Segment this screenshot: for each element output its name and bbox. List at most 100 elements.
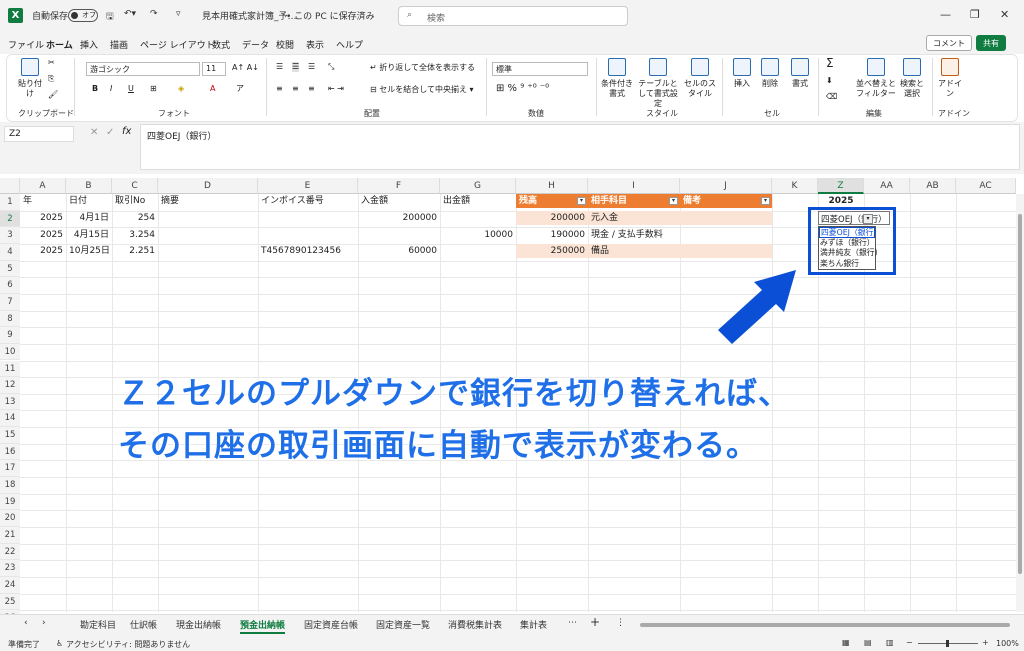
vertical-scrollbar[interactable] — [1016, 194, 1024, 612]
border-icon[interactable]: ⊞ — [150, 84, 157, 94]
zoom-out-icon[interactable]: − — [906, 638, 913, 647]
dropdown-option[interactable]: 四菱OEJ（銀行） — [819, 227, 881, 238]
cell-c3[interactable]: 3.254 — [112, 228, 158, 242]
cell-i4[interactable]: 備品 — [588, 244, 680, 258]
filter-dropdown-icon[interactable]: ▾ — [761, 197, 770, 205]
col-header-ab[interactable]: AB — [910, 178, 956, 194]
filter-dropdown-icon[interactable]: ▾ — [669, 197, 678, 205]
page-layout-icon[interactable]: ▤ — [864, 638, 872, 647]
format-table-button[interactable]: テーブルとして書式設定 — [636, 58, 680, 109]
indent-icon[interactable]: ⇤ ⇥ — [328, 84, 344, 94]
tab-next-icon[interactable]: › — [42, 618, 46, 628]
format-cells-button[interactable]: 書式 — [788, 58, 812, 89]
select-all[interactable] — [0, 178, 20, 194]
conditional-format-button[interactable]: 条件付き書式 — [600, 58, 634, 99]
row-header[interactable]: 21 — [0, 527, 20, 544]
tab-cash-book[interactable]: 現金出納帳 — [176, 618, 221, 631]
cell-e1[interactable]: インボイス番号 — [258, 194, 358, 208]
formula-input[interactable]: 四菱OEJ（銀行） — [140, 124, 1020, 170]
scrollbar-thumb[interactable] — [1018, 214, 1022, 574]
col-header-d[interactable]: D — [158, 178, 258, 194]
cell-f2[interactable]: 200000 — [358, 211, 440, 225]
cancel-icon[interactable]: ✕ — [90, 127, 98, 138]
row-header[interactable]: 16 — [0, 443, 20, 461]
col-header-a[interactable]: A — [20, 178, 66, 194]
zoom-slider-thumb[interactable] — [946, 640, 949, 647]
font-color-icon[interactable]: A — [210, 84, 215, 94]
tab-fixed-asset-list[interactable]: 固定資産一覧 — [376, 618, 430, 631]
cell-f4[interactable]: 60000 — [358, 244, 440, 258]
cell-h3[interactable]: 190000 — [516, 228, 588, 242]
fill-color-icon[interactable]: ◈ — [178, 84, 184, 94]
row-header[interactable]: 10 — [0, 343, 20, 361]
zoom-level[interactable]: 100% — [996, 639, 1019, 648]
align-top-icon[interactable]: ☰ — [276, 62, 283, 72]
paste-button[interactable]: 貼り付け — [16, 58, 44, 99]
table-header-balance[interactable]: 残高 ▾ — [516, 194, 588, 208]
menu-draw[interactable]: 描画 — [110, 38, 128, 51]
zoom-slider[interactable] — [918, 640, 978, 647]
cell-a2[interactable]: 2025 — [20, 211, 66, 225]
underline-icon[interactable]: U — [128, 84, 134, 94]
menu-view[interactable]: 表示 — [306, 38, 324, 51]
format-painter-icon[interactable]: 🖌 — [48, 90, 58, 100]
col-header-g[interactable]: G — [440, 178, 516, 194]
table-header-note[interactable]: 備考 ▾ — [680, 194, 772, 208]
enter-icon[interactable]: ✓ — [106, 127, 114, 138]
wrap-text-button[interactable]: ↵ 折り返して全体を表示する — [370, 63, 475, 73]
fill-icon[interactable]: ⬇ — [826, 76, 833, 86]
share-button[interactable]: 共有 — [976, 35, 1006, 51]
insert-cells-button[interactable]: 挿入 — [730, 58, 754, 89]
tab-fixed-asset-ledger[interactable]: 固定資産台帳 — [304, 618, 358, 631]
customize-icon[interactable]: ▿ — [176, 9, 181, 19]
dropdown-arrow-icon[interactable]: ▾ — [863, 214, 873, 224]
dropdown-option[interactable]: みずほ（銀行） — [819, 238, 875, 249]
cell-h2[interactable]: 200000 — [516, 211, 588, 225]
minimize-icon[interactable]: — — [940, 8, 951, 21]
cell-e4[interactable]: T4567890123456 — [258, 244, 358, 258]
col-header-ac[interactable]: AC — [956, 178, 1016, 194]
autosave-toggle[interactable]: オフ — [68, 9, 98, 22]
row-header[interactable]: 23 — [0, 560, 20, 577]
row-header[interactable]: 20 — [0, 510, 20, 527]
col-header-b[interactable]: B — [66, 178, 112, 194]
cell-a3[interactable]: 2025 — [20, 228, 66, 242]
bold-icon[interactable]: B — [92, 84, 98, 94]
tab-journal[interactable]: 仕訳帳 — [130, 618, 157, 631]
align-right-icon[interactable]: ≡ — [308, 84, 315, 94]
bank-dropdown-cell[interactable]: 四菱OEJ（銀行） ▾ — [818, 211, 890, 225]
row-header[interactable]: 7 — [0, 293, 20, 311]
col-header-i[interactable]: I — [588, 178, 680, 194]
find-select-button[interactable]: 検索と選択 — [898, 58, 926, 99]
col-header-f[interactable]: F — [358, 178, 440, 194]
cell-b4[interactable]: 10月25日 — [66, 244, 112, 258]
row-header[interactable]: 15 — [0, 427, 20, 444]
cell-j2[interactable] — [680, 211, 772, 225]
tab-deposit-book[interactable]: 預金出納帳 — [240, 618, 286, 634]
row-header[interactable]: 6 — [0, 277, 20, 294]
cell-b1[interactable]: 日付 — [66, 194, 112, 208]
redo-icon[interactable]: ↷ — [150, 9, 158, 19]
row-header[interactable]: 22 — [0, 543, 20, 561]
filter-dropdown-icon[interactable]: ▾ — [577, 197, 586, 205]
phonetic-icon[interactable]: ア — [236, 84, 244, 94]
row-header[interactable]: 5 — [0, 260, 20, 278]
align-left-icon[interactable]: ≡ — [276, 84, 283, 94]
grow-font-icon[interactable]: A↑ A↓ — [232, 63, 259, 73]
menu-file[interactable]: ファイル — [8, 38, 44, 51]
cell-g3[interactable]: 10000 — [440, 228, 516, 242]
col-header-j[interactable]: J — [680, 178, 772, 194]
cell-c2[interactable]: 254 — [112, 211, 158, 225]
cell-a4[interactable]: 2025 — [20, 244, 66, 258]
table-header-account[interactable]: 相手科目 ▾ — [588, 194, 680, 208]
tab-prev-icon[interactable]: ‹ — [24, 618, 28, 628]
tab-summary[interactable]: 集計表 — [520, 618, 547, 631]
italic-icon[interactable]: I — [110, 84, 112, 94]
cell-j4[interactable] — [680, 244, 772, 258]
h-scroll-more-icon[interactable]: ⋮ — [616, 618, 625, 628]
save-status[interactable]: • この PC に保存済み — [286, 9, 375, 22]
clear-icon[interactable]: ⌫ — [826, 92, 837, 102]
cell-styles-button[interactable]: セルのスタイル — [684, 58, 716, 99]
restore-icon[interactable]: ❐ — [970, 8, 980, 21]
dropdown-option[interactable]: 楽ちん銀行 — [819, 259, 875, 270]
